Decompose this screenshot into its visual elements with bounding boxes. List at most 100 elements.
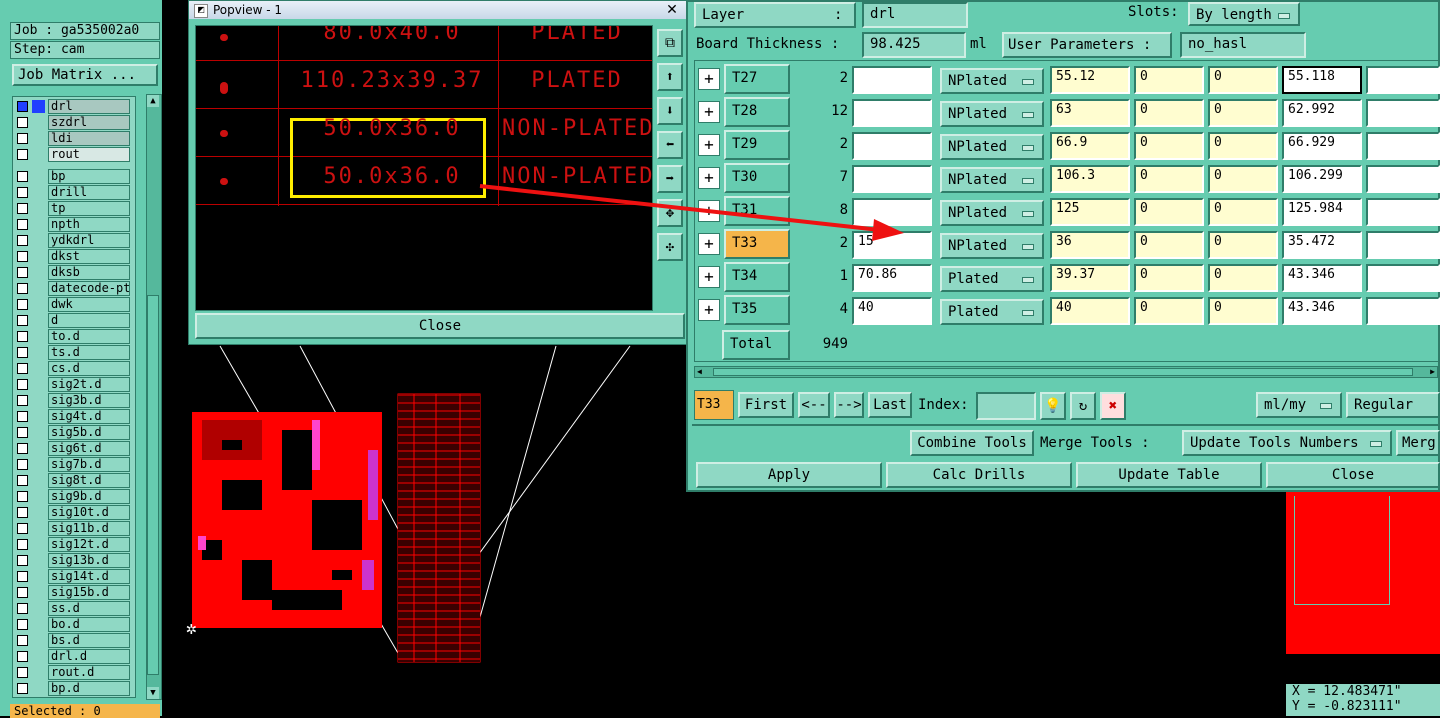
layer-checkbox[interactable] [17, 651, 28, 662]
tool-param-field[interactable]: 70.86 [852, 264, 932, 292]
prev-button[interactable]: <-- [798, 392, 830, 418]
update-tools-numbers-dropdown[interactable]: Update Tools Numbers [1182, 430, 1392, 456]
layer-row[interactable]: sig6t.d [14, 441, 132, 456]
layer-row[interactable]: bs.d [14, 633, 132, 648]
tool-extra-field[interactable] [1366, 198, 1440, 226]
layer-row[interactable]: to.d [14, 329, 132, 344]
units-dropdown[interactable]: ml/my [1256, 392, 1342, 418]
layer-checkbox[interactable] [17, 667, 28, 678]
tool-tolerance-minus-field[interactable]: 0 [1208, 231, 1278, 259]
layer-checkbox[interactable] [17, 203, 28, 214]
tool-tolerance-plus-field[interactable]: 0 [1134, 99, 1204, 127]
tool-param-field[interactable] [852, 198, 932, 226]
layer-row[interactable]: tp [14, 201, 132, 216]
plating-type-dropdown[interactable]: Plated [940, 266, 1044, 292]
tool-tolerance-plus-field[interactable]: 0 [1134, 66, 1204, 94]
layer-row[interactable]: ts.d [14, 345, 132, 360]
layer-checkbox[interactable] [17, 491, 28, 502]
layer-checkbox[interactable] [17, 251, 28, 262]
layer-row[interactable]: bp.d [14, 681, 132, 696]
tool-drill-size-field[interactable]: 106.299 [1282, 165, 1362, 193]
tool-tolerance-plus-field[interactable]: 0 [1134, 297, 1204, 325]
pan-left-icon[interactable]: ⬅ [657, 131, 683, 159]
layer-checkbox[interactable] [17, 379, 28, 390]
tool-drill-size-field[interactable]: 125.984 [1282, 198, 1362, 226]
plating-type-dropdown[interactable]: NPlated [940, 167, 1044, 193]
tool-extra-field[interactable] [1366, 66, 1440, 94]
scroll-thumb[interactable] [147, 295, 159, 675]
index-field[interactable] [976, 392, 1036, 420]
tool-extra-field[interactable] [1366, 99, 1440, 127]
tool-tolerance-plus-field[interactable]: 0 [1134, 198, 1204, 226]
layer-scrollbar[interactable]: ▲ ▼ [146, 94, 162, 700]
tool-size-field[interactable]: 66.9 [1050, 132, 1130, 160]
board-thickness-field[interactable]: 98.425 [862, 32, 966, 58]
expand-icon[interactable]: + [698, 200, 720, 222]
tool-name-button[interactable]: T30 [724, 163, 790, 193]
tool-extra-field[interactable] [1366, 231, 1440, 259]
layer-row[interactable]: npth [14, 217, 132, 232]
tool-tolerance-minus-field[interactable]: 0 [1208, 165, 1278, 193]
plating-type-dropdown[interactable]: NPlated [940, 200, 1044, 226]
layer-checkbox[interactable] [17, 101, 28, 112]
expand-icon[interactable]: + [698, 134, 720, 156]
tool-tolerance-plus-field[interactable]: 0 [1134, 264, 1204, 292]
layer-checkbox[interactable] [17, 363, 28, 374]
layer-checkbox[interactable] [17, 619, 28, 630]
tool-size-field[interactable]: 63 [1050, 99, 1130, 127]
plating-type-dropdown[interactable]: NPlated [940, 68, 1044, 94]
tool-tolerance-plus-field[interactable]: 0 [1134, 231, 1204, 259]
calc-drills-button[interactable]: Calc Drills [886, 462, 1072, 488]
layer-row[interactable]: sig12t.d [14, 537, 132, 552]
expand-icon[interactable]: + [698, 266, 720, 288]
layer-checkbox[interactable] [17, 219, 28, 230]
popview-close-button[interactable]: Close [195, 313, 685, 339]
layer-checkbox[interactable] [17, 443, 28, 454]
layer-row[interactable]: bo.d [14, 617, 132, 632]
layer-checkbox[interactable] [17, 635, 28, 646]
tool-size-field[interactable]: 36 [1050, 231, 1130, 259]
layer-row[interactable]: sig5b.d [14, 425, 132, 440]
layer-checkbox[interactable] [17, 523, 28, 534]
layer-checkbox[interactable] [17, 171, 28, 182]
layer-checkbox[interactable] [17, 235, 28, 246]
tool-size-field[interactable]: 39.37 [1050, 264, 1130, 292]
layer-checkbox[interactable] [17, 555, 28, 566]
user-parameters-button[interactable]: User Parameters : [1002, 32, 1172, 58]
tool-drill-size-field[interactable]: 62.992 [1282, 99, 1362, 127]
combine-tools-button[interactable]: Combine Tools [910, 430, 1034, 456]
tool-extra-field[interactable] [1366, 297, 1440, 325]
tool-name-button[interactable]: T34 [724, 262, 790, 292]
layer-checkbox[interactable] [17, 683, 28, 694]
layer-row[interactable]: d [14, 313, 132, 328]
tool-drill-size-field[interactable]: 43.346 [1282, 297, 1362, 325]
tool-tolerance-minus-field[interactable]: 0 [1208, 264, 1278, 292]
tool-size-field[interactable]: 125 [1050, 198, 1130, 226]
tool-name-button[interactable]: T29 [724, 130, 790, 160]
plating-type-dropdown[interactable]: Plated [940, 299, 1044, 325]
pan-right-icon[interactable]: ➡ [657, 165, 683, 193]
layer-row[interactable]: sig11b.d [14, 521, 132, 536]
layer-row[interactable]: sig10t.d [14, 505, 132, 520]
last-button[interactable]: Last [868, 392, 912, 418]
layer-checkbox[interactable] [17, 283, 28, 294]
layer-row[interactable]: ss.d [14, 601, 132, 616]
layer-checkbox[interactable] [17, 149, 28, 160]
pan-up-icon[interactable]: ⬆ [657, 63, 683, 91]
layer-checkbox[interactable] [17, 133, 28, 144]
layer-row[interactable]: dkst [14, 249, 132, 264]
layer-checkbox[interactable] [17, 315, 28, 326]
tool-tolerance-minus-field[interactable]: 0 [1208, 132, 1278, 160]
layer-checkbox[interactable] [17, 347, 28, 358]
tool-name-button[interactable]: T28 [724, 97, 790, 127]
tool-param-field[interactable]: 15 [852, 231, 932, 259]
layer-row[interactable]: cs.d [14, 361, 132, 376]
plating-type-dropdown[interactable]: NPlated [940, 134, 1044, 160]
merge-button[interactable]: Merg [1396, 430, 1440, 456]
layer-row[interactable]: drl [14, 99, 132, 114]
layer-row[interactable]: ydkdrl [14, 233, 132, 248]
layer-checkbox[interactable] [17, 395, 28, 406]
tool-drill-size-field[interactable]: 55.118 [1282, 66, 1362, 94]
user-parameters-field[interactable]: no_hasl [1180, 32, 1306, 58]
layer-row[interactable]: sig7b.d [14, 457, 132, 472]
